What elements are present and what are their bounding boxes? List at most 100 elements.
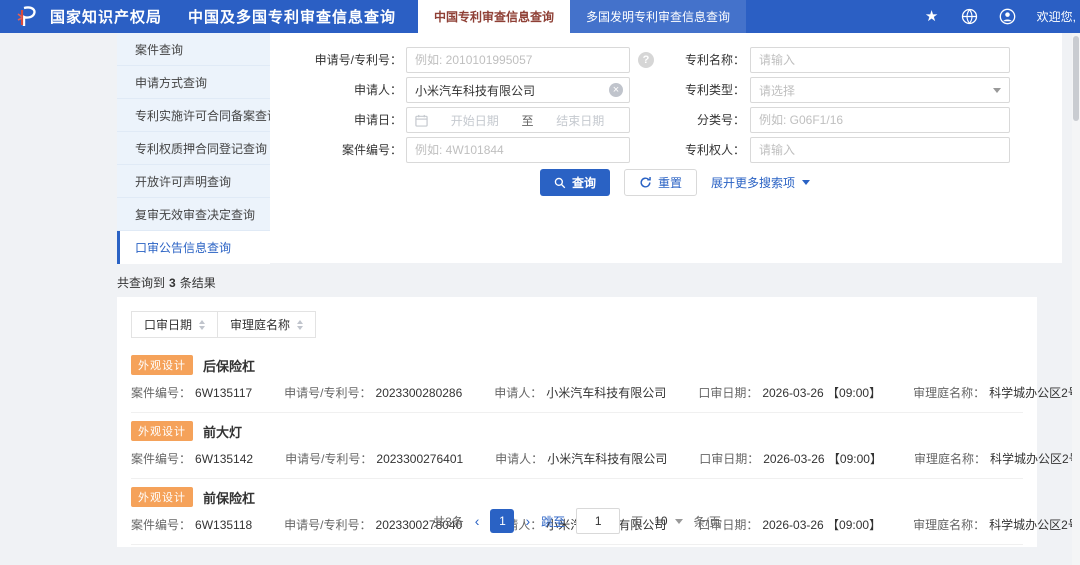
patent-name-label: 专利名称： <box>684 53 745 67</box>
app-window: 国家知识产权局 中国及多国专利审查信息查询 中国专利审查信息查询 多国发明专利审… <box>0 0 1080 565</box>
search-icon <box>554 177 566 188</box>
result-title-line: 外观设计 前保险杠 <box>131 487 1023 507</box>
sort-tribunal-name[interactable]: 审理庭名称 <box>217 311 317 338</box>
search-form: 申请号/专利号： ? 专利名称： 申请人： × 专利类型： 请选择 申请日： <box>117 33 1062 263</box>
detail-label: 审理庭名称： <box>913 452 986 466</box>
detail-label: 口审日期： <box>699 452 760 466</box>
results-summary-prefix: 共查询到 <box>117 276 166 290</box>
detail-label: 申请号/专利号： <box>284 386 372 400</box>
results-count: 3 <box>169 276 176 290</box>
pager-prev-icon[interactable]: ‹ <box>475 514 480 528</box>
pager-next-icon[interactable]: › <box>525 514 530 528</box>
patentee-input[interactable] <box>750 137 1010 163</box>
cnipa-logo-icon <box>14 0 40 33</box>
search-panel: 案件查询 申请方式查询 专利实施许可合同备案查询 专利权质押合同登记查询 开放许… <box>117 33 1062 264</box>
detail-label: 案件编号： <box>131 386 192 400</box>
design-patent-badge: 外观设计 <box>131 355 193 375</box>
sort-arrows-icon <box>199 319 206 330</box>
pager-total: 共3条 <box>433 514 464 529</box>
app-no-label: 申请号/专利号： <box>314 53 402 67</box>
page-title: 中国及多国专利审查信息查询 <box>188 9 397 26</box>
pager-jump-label: 跳至 <box>541 514 566 529</box>
result-details: 案件编号： 6W135142 申请号/专利号： 2023300276401 申请人：… <box>131 450 1080 478</box>
result-row: 外观设计 前大灯 案件编号： 6W135142 申请号/专利号： 202330027… <box>131 413 1080 479</box>
patent-type-value: 请选择 <box>759 83 796 98</box>
welcome-text: 欢迎您, <box>1036 10 1076 24</box>
detail-value: 小米汽车科技有限公司 <box>546 386 667 400</box>
sort-oral-hearing-date[interactable]: 口审日期 <box>131 311 219 338</box>
class-no-input[interactable] <box>750 107 1010 133</box>
end-date-placeholder: 结束日期 <box>556 113 605 128</box>
chevron-down-icon <box>674 518 683 524</box>
applicant-input[interactable] <box>406 77 630 103</box>
pager-per-page-word: 条/页 <box>693 514 721 529</box>
detail-value: 科学城办公区2号楼第三审理庭（仅现场审理） <box>989 386 1080 400</box>
pager-size-value: 10 <box>654 514 668 528</box>
application-date-range-picker[interactable]: 开始日期 至 结束日期 <box>406 107 630 133</box>
results-summary: 共查询到 3 条结果 <box>117 274 216 291</box>
app-no-input[interactable] <box>406 47 630 73</box>
patent-type-label: 专利类型： <box>684 83 745 97</box>
sort-arrows-icon <box>297 319 304 330</box>
tab-multi-country-patent-query[interactable]: 多国发明专利审查信息查询 <box>570 0 747 33</box>
result-title-line: 外观设计 后保险杠 <box>131 355 1023 375</box>
top-header: 国家知识产权局 中国及多国专利审查信息查询 中国专利审查信息查询 多国发明专利审… <box>0 0 1080 33</box>
patent-name-input[interactable] <box>750 47 1010 73</box>
case-no-label: 案件编号： <box>341 143 402 157</box>
reset-button[interactable]: 重置 <box>624 169 698 196</box>
reset-button-label: 重置 <box>658 176 683 190</box>
detail-label: 申请号/专利号： <box>285 452 373 466</box>
design-patent-badge: 外观设计 <box>131 421 193 441</box>
search-button[interactable]: 查询 <box>540 169 611 196</box>
sort-bar: 口审日期 审理庭名称 <box>131 311 317 338</box>
globe-icon[interactable] <box>961 8 979 26</box>
result-title: 后保险杠 <box>203 358 256 374</box>
patent-type-select[interactable]: 请选择 <box>750 77 1010 103</box>
design-patent-badge: 外观设计 <box>131 487 193 507</box>
pager-page-1[interactable]: 1 <box>490 509 515 533</box>
start-date-placeholder: 开始日期 <box>450 113 499 128</box>
detail-value: 2023300276401 <box>376 451 464 466</box>
scrollbar-track[interactable] <box>1072 33 1080 565</box>
class-no-label: 分类号： <box>696 113 745 127</box>
chevron-down-icon <box>802 180 811 185</box>
expand-more-search-link[interactable]: 展开更多搜索项 <box>711 174 811 191</box>
detail-label: 审理庭名称： <box>913 386 986 400</box>
sort-label: 口审日期 <box>144 318 193 332</box>
detail-value: 2026-03-26 【09:00】 <box>762 386 882 400</box>
org-name: 国家知识产权局 <box>50 9 163 26</box>
favorite-star-icon[interactable]: ★ <box>923 8 941 26</box>
pager-size-select[interactable]: 10 <box>654 514 683 528</box>
detail-label: 案件编号： <box>131 452 192 466</box>
refresh-icon <box>640 176 651 188</box>
tab-china-patent-query[interactable]: 中国专利审查信息查询 <box>418 0 571 33</box>
patentee-label: 专利权人： <box>684 143 745 157</box>
detail-label: 口审日期： <box>698 386 759 400</box>
detail-value: 2023300280286 <box>375 385 463 400</box>
detail-value: 2026-03-26 【09:00】 <box>763 452 882 466</box>
detail-label: 申请人： <box>495 452 544 466</box>
user-account-icon[interactable] <box>999 8 1017 26</box>
pager-jump-input[interactable] <box>576 508 621 534</box>
date-range-separator: 至 <box>521 113 534 128</box>
results-card: 口审日期 审理庭名称 外观设计 后保险杠 案件编号： 6W135117 申请号/专… <box>117 297 1080 547</box>
pagination: 共3条 ‹ 1 › 跳至 页 10 条/页 <box>117 508 1037 534</box>
pager-page-word: 页 <box>631 514 644 529</box>
result-title: 前保险杠 <box>203 490 256 506</box>
scrollbar-thumb[interactable] <box>1073 36 1079 121</box>
header-tabs: 中国专利审查信息查询 多国发明专利审查信息查询 <box>418 0 747 33</box>
result-details: 案件编号： 6W135117 申请号/专利号： 2023300280286 申请人：… <box>131 384 1080 412</box>
search-button-label: 查询 <box>572 176 597 190</box>
detail-value: 6W135117 <box>195 385 253 400</box>
result-title-line: 外观设计 前大灯 <box>131 421 1023 441</box>
result-row: 外观设计 后保险杠 案件编号： 6W135117 申请号/专利号： 20233002… <box>131 347 1080 413</box>
clear-input-icon[interactable]: × <box>609 83 623 97</box>
case-no-input[interactable] <box>406 137 630 163</box>
detail-label: 申请人： <box>494 386 543 400</box>
detail-value: 科学城办公区2号楼第三审理庭（仅现场审理） <box>989 452 1080 466</box>
application-date-label: 申请日： <box>353 113 402 127</box>
chevron-down-icon <box>993 87 1001 93</box>
detail-value: 小米汽车科技有限公司 <box>547 452 668 466</box>
calendar-icon <box>415 114 428 127</box>
applicant-label: 申请人： <box>353 83 402 97</box>
